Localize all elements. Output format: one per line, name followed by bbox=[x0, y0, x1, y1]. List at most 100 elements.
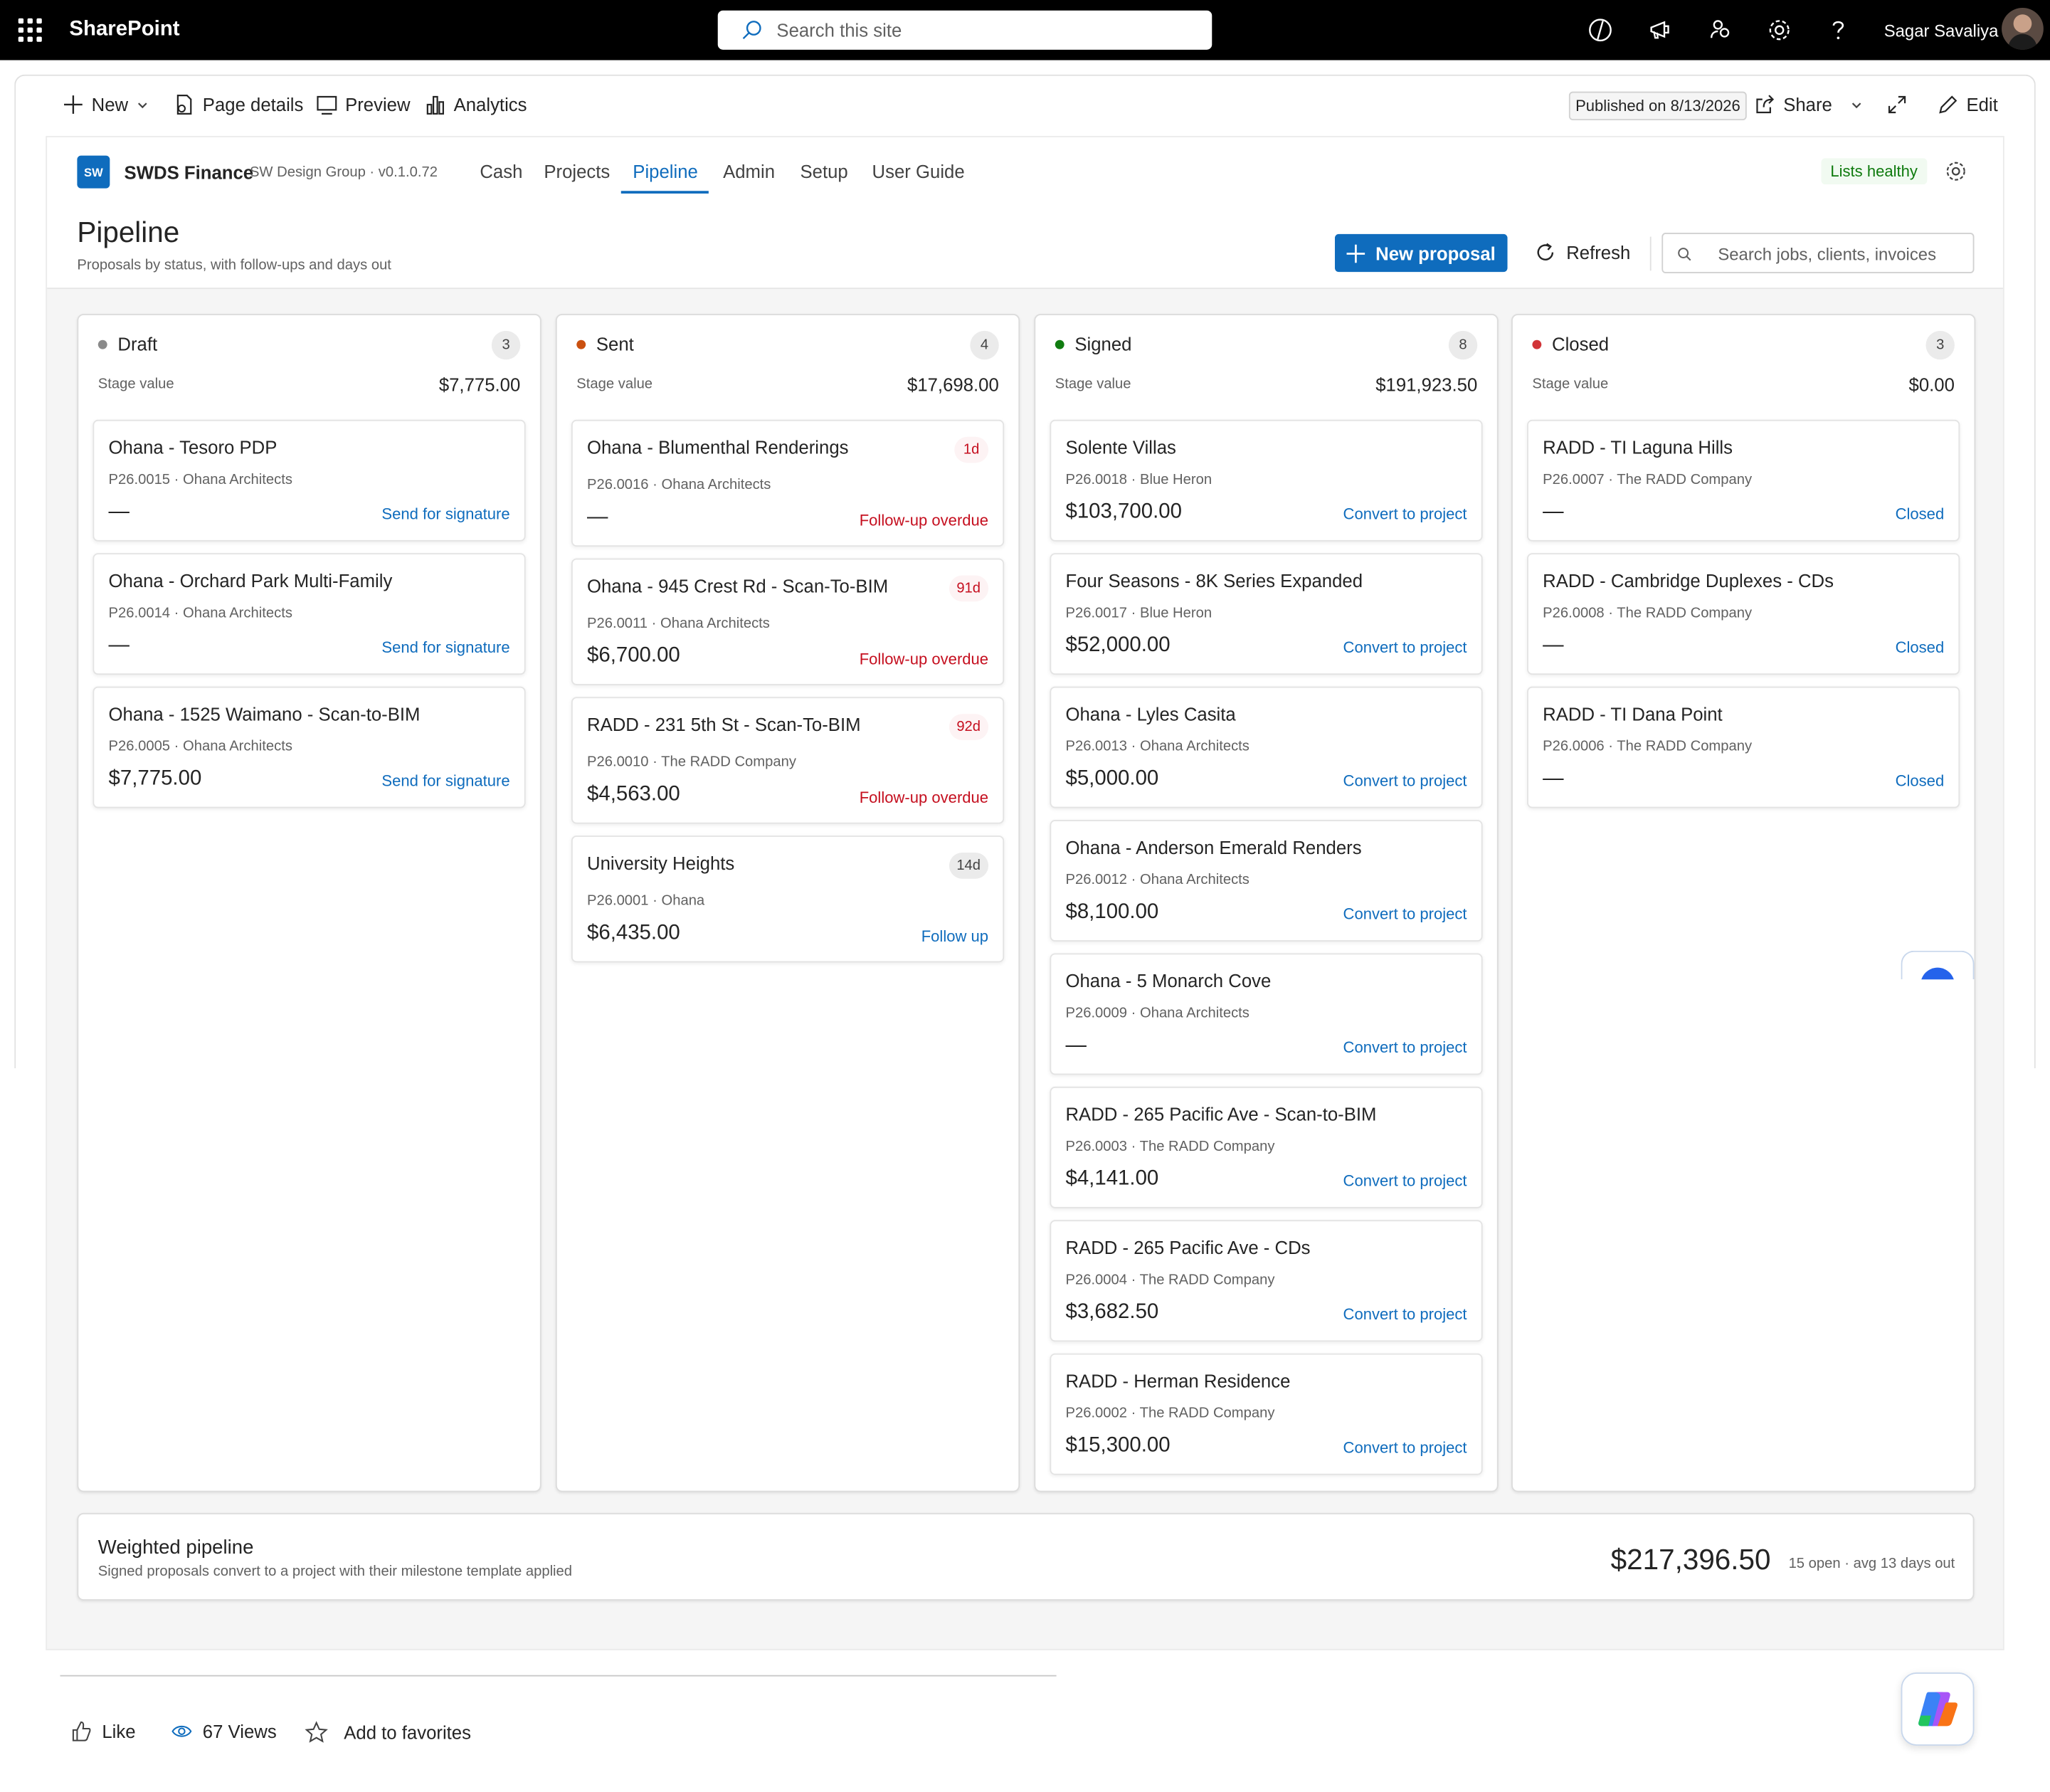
column-title: Closed bbox=[1551, 333, 1610, 354]
help-icon[interactable] bbox=[1825, 17, 1851, 43]
tab-projects[interactable]: Projects bbox=[544, 161, 610, 181]
proposal-title: RADD - TI Dana Point bbox=[1543, 703, 1723, 724]
user-name[interactable]: Sagar Savaliya bbox=[1884, 21, 1999, 41]
proposal-amount: — bbox=[586, 506, 608, 529]
analytics-button[interactable]: Analytics bbox=[425, 94, 527, 115]
pipeline-search-input[interactable]: Search jobs, clients, invoices bbox=[1661, 233, 1975, 274]
proposal-title: Ohana - Tesoro PDP bbox=[108, 436, 278, 458]
weighted-pipeline-meta: 15 open · avg 13 days out bbox=[1788, 1556, 1955, 1572]
brand-name[interactable]: SharePoint bbox=[69, 19, 179, 42]
proposal-card[interactable]: Solente Villas P26.0018 · Blue Heron $103,… bbox=[1050, 419, 1483, 542]
app-header: SW SWDS Finance SW Design Group · v0.1.0… bbox=[47, 137, 2003, 290]
proposal-action-link[interactable]: Follow up bbox=[921, 927, 988, 946]
proposal-card[interactable]: University Heights 14d P26.0001 · Ohana $6,… bbox=[571, 836, 1005, 963]
proposal-card[interactable]: RADD - TI Laguna Hills P26.0007 · The RAD… bbox=[1527, 419, 1960, 542]
proposal-amount: — bbox=[1543, 634, 1564, 657]
views-count: 67 Views bbox=[171, 1721, 277, 1741]
refresh-icon bbox=[1537, 243, 1554, 260]
proposal-card[interactable]: Ohana - Anderson Emerald Renders P26.0012… bbox=[1050, 820, 1483, 942]
tab-admin[interactable]: Admin bbox=[723, 161, 775, 181]
proposal-action-link[interactable]: Follow-up overdue bbox=[860, 511, 988, 529]
proposal-card[interactable]: Ohana - Blumenthal Renderings 1d P26.0016 … bbox=[571, 419, 1005, 547]
copilot-button[interactable] bbox=[1901, 1672, 1975, 1746]
proposal-card[interactable]: Ohana - Orchard Park Multi-Family P26.001… bbox=[93, 553, 526, 675]
proposal-card[interactable]: RADD - 265 Pacific Ave - CDs P26.0004 · T… bbox=[1050, 1220, 1483, 1342]
proposal-card[interactable]: RADD - 231 5th St - Scan-To-BIM 92d P26.00… bbox=[571, 697, 1005, 824]
new-proposal-button[interactable]: New proposal bbox=[1334, 233, 1508, 273]
proposal-meta: P26.0018 · Blue Heron bbox=[1065, 472, 1212, 488]
proposal-action-link[interactable]: Convert to project bbox=[1343, 1171, 1467, 1190]
closed-status-link[interactable]: Closed bbox=[1896, 505, 1945, 523]
page-details-label: Page details bbox=[202, 94, 304, 115]
column-title: Signed bbox=[1074, 333, 1132, 354]
tab-pipeline[interactable]: Pipeline bbox=[633, 161, 698, 181]
proposal-action-link[interactable]: Convert to project bbox=[1343, 1305, 1467, 1324]
share-button[interactable]: Share bbox=[1755, 94, 1864, 115]
status-dot bbox=[1055, 339, 1064, 349]
refresh-button[interactable]: Refresh bbox=[1535, 242, 1630, 263]
proposal-action-link[interactable]: Convert to project bbox=[1343, 771, 1467, 790]
proposal-action-link[interactable]: Follow-up overdue bbox=[860, 789, 988, 807]
settings-gear-icon[interactable] bbox=[1766, 17, 1792, 43]
copilot-stub-icon[interactable] bbox=[1901, 950, 1975, 980]
weighted-pipeline-title: Weighted pipeline bbox=[97, 1536, 254, 1559]
closed-status-link[interactable]: Closed bbox=[1896, 771, 1945, 790]
proposal-title: Ohana - 1525 Waimano - Scan-to-BIM bbox=[108, 703, 421, 724]
status-dot bbox=[576, 339, 586, 349]
proposal-action-link[interactable]: Send for signature bbox=[381, 505, 509, 523]
proposal-card[interactable]: Ohana - 1525 Waimano - Scan-to-BIM P26.00… bbox=[93, 686, 526, 808]
proposal-card[interactable]: Ohana - Lyles Casita P26.0013 · Ohana Arc… bbox=[1050, 686, 1483, 808]
user-avatar[interactable] bbox=[2002, 8, 2044, 50]
proposal-action-link[interactable]: Follow-up overdue bbox=[860, 650, 988, 668]
proposal-action-link[interactable]: Convert to project bbox=[1343, 905, 1467, 923]
preview-button[interactable]: Preview bbox=[317, 94, 411, 115]
proposal-action-link[interactable]: Convert to project bbox=[1343, 638, 1467, 657]
proposal-amount: $6,700.00 bbox=[586, 644, 680, 668]
proposal-action-link[interactable]: Send for signature bbox=[381, 771, 509, 790]
proposal-meta: P26.0002 · The RADD Company bbox=[1065, 1406, 1275, 1422]
proposal-card[interactable]: Ohana - 945 Crest Rd - Scan-To-BIM 91d P26… bbox=[571, 558, 1005, 685]
search-icon bbox=[1678, 248, 1691, 261]
proposal-meta: P26.0007 · The RADD Company bbox=[1543, 472, 1753, 488]
proposal-title: RADD - Cambridge Duplexes - CDs bbox=[1543, 570, 1834, 591]
proposal-card[interactable]: Ohana - Tesoro PDP P26.0015 · Ohana Archi… bbox=[93, 419, 526, 542]
app-settings-gear-icon[interactable] bbox=[1944, 159, 1967, 183]
column-closed: Closed 3 Stage value $0.00 RADD - TI Laguna … bbox=[1511, 313, 1976, 1492]
page-subtitle: Proposals by status, with follow-ups and… bbox=[77, 257, 391, 274]
app-launcher-icon[interactable] bbox=[18, 18, 42, 42]
expand-button[interactable] bbox=[1886, 94, 1907, 115]
edit-button[interactable]: Edit bbox=[1938, 94, 1998, 115]
proposal-card[interactable]: RADD - Herman Residence P26.0002 · The RA… bbox=[1050, 1353, 1483, 1475]
stage-value: $17,698.00 bbox=[907, 374, 999, 395]
proposal-card[interactable]: Four Seasons - 8K Series Expanded P26.001… bbox=[1050, 553, 1483, 675]
proposal-card[interactable]: RADD - 265 Pacific Ave - Scan-to-BIM P26.… bbox=[1050, 1086, 1483, 1208]
share-people-icon[interactable] bbox=[1708, 17, 1734, 43]
proposal-title: Four Seasons - 8K Series Expanded bbox=[1065, 570, 1363, 591]
proposal-card[interactable]: RADD - TI Dana Point P26.0006 · The RADD … bbox=[1527, 686, 1960, 808]
proposal-title: Ohana - Orchard Park Multi-Family bbox=[108, 570, 393, 591]
new-proposal-label: New proposal bbox=[1375, 242, 1496, 264]
tab-user-guide[interactable]: User Guide bbox=[872, 161, 965, 181]
site-search-box[interactable]: Search this site bbox=[717, 10, 1212, 50]
like-button[interactable]: Like bbox=[70, 1721, 136, 1741]
proposal-card[interactable]: RADD - Cambridge Duplexes - CDs P26.0008 … bbox=[1527, 553, 1960, 675]
proposal-action-link[interactable]: Send for signature bbox=[381, 638, 509, 657]
proposal-card[interactable]: Ohana - 5 Monarch Cove P26.0009 · Ohana A… bbox=[1050, 953, 1483, 1075]
status-dot bbox=[1532, 339, 1542, 349]
proposal-title: University Heights bbox=[586, 852, 735, 874]
new-button[interactable]: New bbox=[63, 94, 149, 115]
proposal-amount: — bbox=[1543, 767, 1564, 790]
add-to-favorites-button[interactable]: Add to favorites bbox=[305, 1721, 471, 1744]
proposal-action-link[interactable]: Convert to project bbox=[1343, 505, 1467, 523]
closed-status-link[interactable]: Closed bbox=[1896, 638, 1945, 657]
weighted-pipeline-subtitle: Signed proposals convert to a project wi… bbox=[97, 1564, 573, 1580]
page-details-button[interactable]: Page details bbox=[174, 94, 303, 115]
proposal-action-link[interactable]: Convert to project bbox=[1343, 1438, 1467, 1457]
devtools-icon[interactable] bbox=[1587, 17, 1614, 43]
proposal-meta: P26.0015 · Ohana Architects bbox=[108, 472, 292, 488]
proposal-action-link[interactable]: Convert to project bbox=[1343, 1038, 1467, 1057]
tab-cash[interactable]: Cash bbox=[480, 161, 522, 181]
tab-setup[interactable]: Setup bbox=[800, 161, 847, 181]
stage-value: $191,923.50 bbox=[1375, 374, 1478, 395]
megaphone-icon[interactable] bbox=[1647, 17, 1674, 43]
